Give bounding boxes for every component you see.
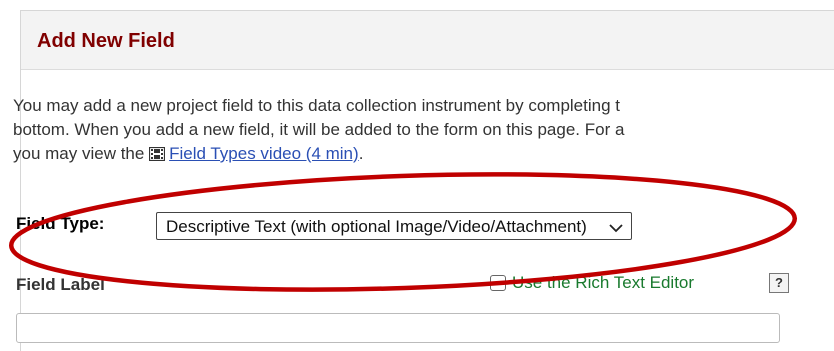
film-icon <box>148 144 166 168</box>
field-label-input[interactable] <box>16 313 780 343</box>
help-button[interactable]: ? <box>769 273 789 293</box>
dialog-titlebar: Add New Field <box>21 11 834 70</box>
intro-line: bottom. When you add a new field, it wil… <box>13 120 625 139</box>
intro-line: You may add a new project field to this … <box>13 96 620 115</box>
dialog-title: Add New Field <box>37 30 175 52</box>
field-type-label: Field Type: <box>16 214 105 233</box>
intro-line-video: you may view the Field Types video (4 mi… <box>13 142 833 168</box>
chevron-down-icon <box>609 220 623 238</box>
intro-text: You may add a new project field to this … <box>13 94 833 168</box>
field-types-video-link[interactable]: Field Types video (4 min) <box>169 144 359 163</box>
field-label-heading: Field Label <box>16 275 105 294</box>
field-type-selected-value: Descriptive Text (with optional Image/Vi… <box>166 217 587 236</box>
rich-text-editor-label[interactable]: Use the Rich Text Editor <box>512 273 694 293</box>
add-new-field-dialog: Add New Field <box>20 10 834 351</box>
intro-video-suffix: . <box>358 144 364 163</box>
rich-text-editor-checkbox[interactable] <box>490 275 506 291</box>
field-type-select[interactable]: Descriptive Text (with optional Image/Vi… <box>156 212 632 240</box>
intro-video-prefix: you may view the <box>13 144 145 163</box>
